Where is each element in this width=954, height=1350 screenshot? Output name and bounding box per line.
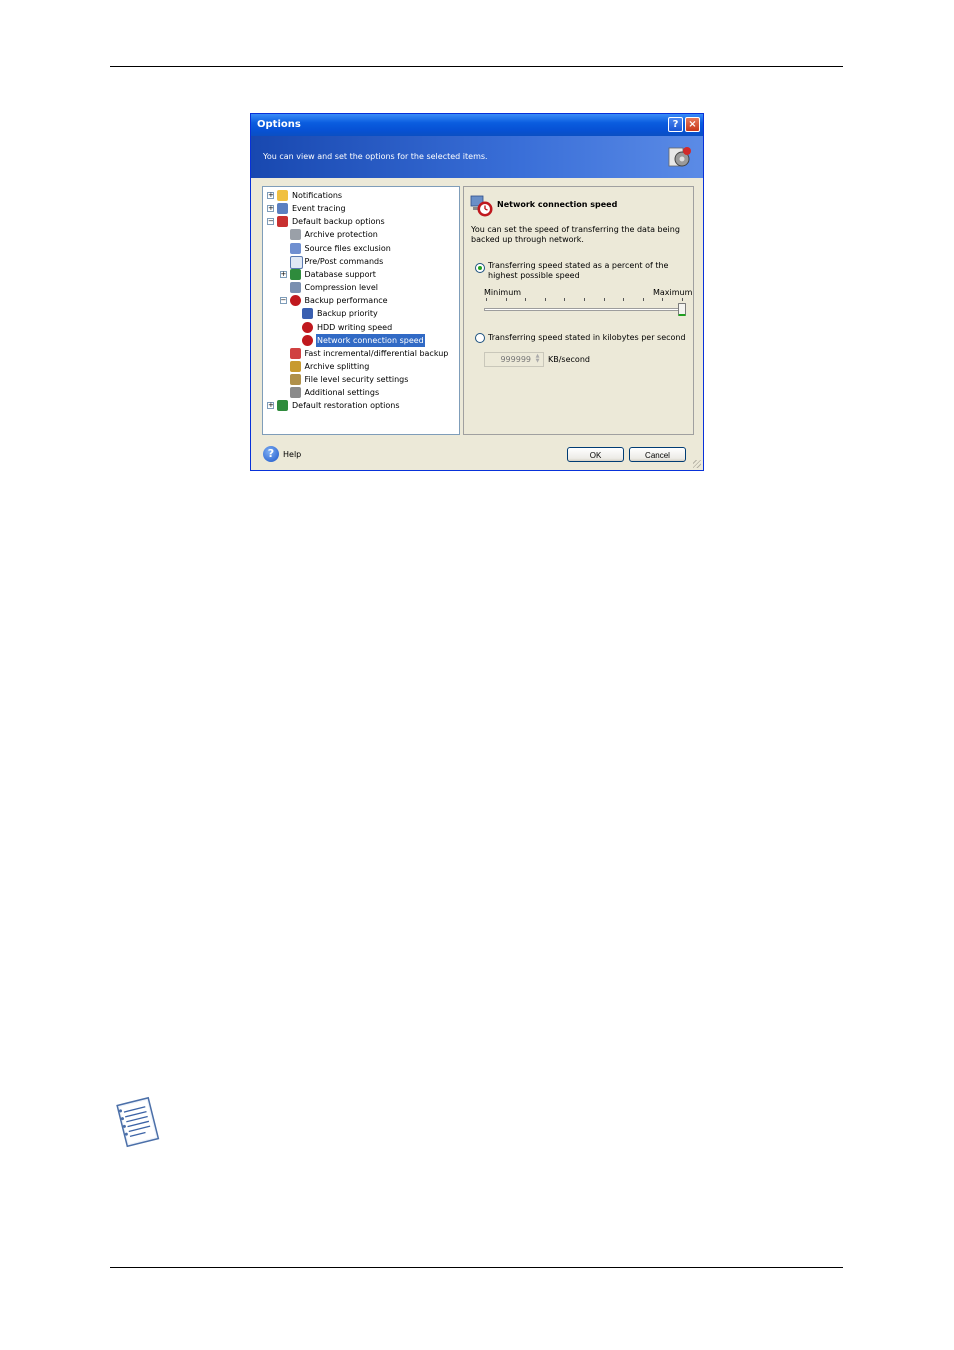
- slider-tick: [623, 298, 625, 301]
- backup-options-icon: [277, 216, 288, 228]
- slider-tick: [682, 298, 683, 301]
- slider-min-label: Minimum: [484, 288, 522, 297]
- network-speed-icon: [302, 334, 313, 346]
- event-tracing-icon: [277, 203, 288, 215]
- compression-icon: [289, 282, 301, 294]
- slider-tick: [642, 298, 644, 301]
- settings-panel: Network connection speed You can set the…: [463, 186, 694, 435]
- slider-max-label: Maximum: [653, 288, 693, 297]
- expand-icon[interactable]: +: [267, 205, 274, 213]
- slider-tick: [544, 298, 546, 301]
- tree-item-label: HDD writing speed: [317, 322, 393, 332]
- percent-speed-radio[interactable]: [475, 263, 485, 273]
- hdd-speed-icon: [302, 321, 313, 333]
- percent-speed-label: Transferring speed stated as a percent o…: [488, 261, 669, 280]
- slider-tick: [486, 298, 487, 301]
- database-icon: [289, 268, 301, 280]
- exclusion-icon: [289, 242, 301, 254]
- gear-icon: [668, 147, 691, 167]
- header-description: You can view and set the options for the…: [263, 152, 488, 161]
- priority-icon: [302, 308, 313, 320]
- expand-icon[interactable]: +: [267, 402, 274, 410]
- tree-item-label: Default restoration options: [292, 401, 400, 411]
- spin-arrows-icon[interactable]: ▲ ▼: [533, 354, 542, 365]
- commands-icon: [289, 255, 303, 269]
- tree-item-label: Compression level: [304, 283, 378, 293]
- incremental-icon: [289, 347, 301, 359]
- kbps-speed-radio[interactable]: [475, 333, 485, 343]
- kbps-value: 999999: [500, 355, 531, 364]
- tree-item-label: Backup priority: [317, 309, 378, 319]
- tree-item-label: Source files exclusion: [304, 243, 391, 253]
- cancel-button[interactable]: Cancel: [629, 447, 686, 462]
- expand-icon[interactable]: +: [267, 192, 274, 199]
- help-link[interactable]: Help: [283, 450, 301, 459]
- slider-tick: [505, 298, 507, 301]
- help-icon[interactable]: ?: [263, 446, 279, 462]
- tree-item-label: File level security settings: [304, 375, 409, 385]
- resize-grip-icon[interactable]: [693, 460, 701, 468]
- tree-item-label: Network connection speed: [316, 333, 425, 347]
- tree-item-label: Default backup options: [292, 217, 385, 227]
- performance-icon: [289, 295, 301, 307]
- restoration-icon: [277, 400, 288, 412]
- tree-item-label: Event tracing: [292, 204, 346, 214]
- collapse-icon[interactable]: −: [267, 218, 274, 226]
- page-top-rule: [110, 66, 843, 67]
- ok-button[interactable]: OK: [567, 447, 624, 462]
- tree-item-label: Archive protection: [304, 230, 378, 240]
- kbps-speed-label: Transferring speed stated in kilobytes p…: [488, 333, 686, 342]
- network-speed-icon: [470, 195, 493, 217]
- collapse-icon[interactable]: −: [279, 297, 287, 305]
- splitting-icon: [289, 360, 301, 372]
- expand-icon[interactable]: +: [279, 270, 287, 278]
- kbps-unit-label: KB/second: [548, 355, 590, 364]
- tree-item-label: Notifications: [292, 191, 343, 200]
- speed-slider-thumb[interactable]: [678, 303, 686, 316]
- additional-settings-icon: [289, 387, 301, 399]
- panel-description: You can set the speed of transferring th…: [471, 225, 680, 244]
- title-bar[interactable]: Options ? ×: [251, 114, 703, 136]
- page-bottom-rule: [110, 1267, 843, 1268]
- tree-item-label: Archive splitting: [304, 361, 370, 371]
- slider-tick: [603, 298, 605, 301]
- note-icon: [116, 1096, 160, 1148]
- notifications-icon: [277, 190, 288, 201]
- kbps-spinbox[interactable]: 999999 ▲ ▼: [484, 352, 544, 367]
- tree-item-label: Database support: [304, 269, 376, 279]
- slider-tick: [564, 298, 566, 301]
- panel-title: Network connection speed: [497, 200, 618, 209]
- slider-tick: [525, 298, 527, 301]
- tree-item-label: Fast incremental/differential backup: [304, 348, 449, 358]
- title-help-button[interactable]: ?: [668, 117, 683, 132]
- dialog-header: You can view and set the options for the…: [251, 136, 703, 178]
- speed-slider-track[interactable]: [484, 308, 684, 311]
- tree-item-label: Additional settings: [304, 388, 380, 398]
- tree-item-label: Backup performance: [304, 296, 388, 306]
- title-close-button[interactable]: ×: [685, 117, 700, 132]
- tree-item-label: Pre/Post commands: [304, 256, 384, 266]
- slider-tick: [584, 298, 585, 301]
- options-tree[interactable]: + Notifications + Event tracing − Default bac…: [262, 186, 460, 435]
- dialog-title: Options: [257, 119, 301, 130]
- options-dialog: Options ? × You can view and set the opt…: [250, 113, 704, 471]
- slider-tick: [662, 298, 664, 301]
- security-icon: [289, 374, 301, 386]
- lock-icon: [289, 229, 301, 241]
